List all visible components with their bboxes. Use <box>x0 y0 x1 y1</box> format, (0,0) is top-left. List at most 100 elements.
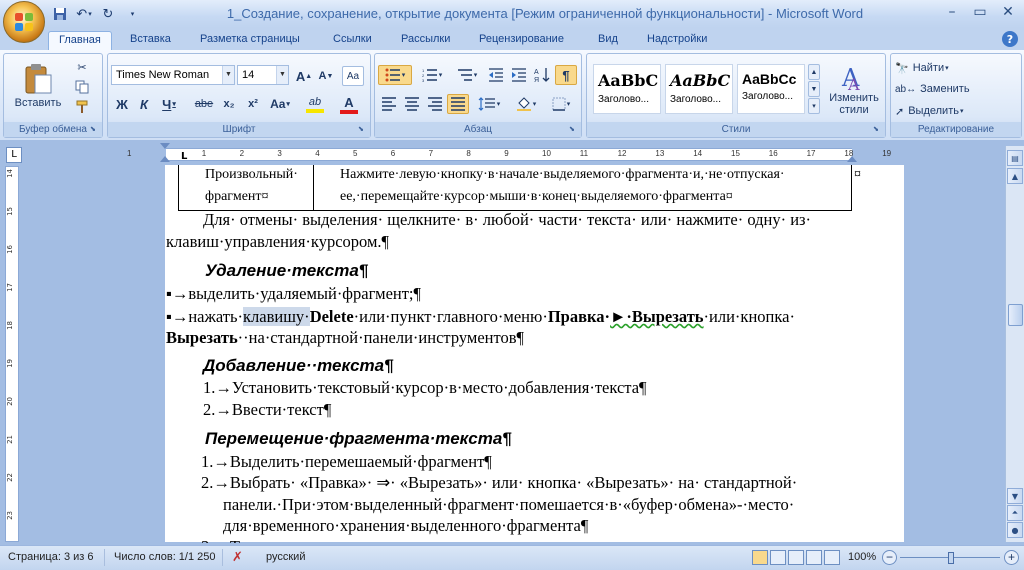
ruler-toggle-icon[interactable]: ▤ <box>1007 150 1023 166</box>
full-screen-reading-icon[interactable] <box>770 550 786 565</box>
outline-icon[interactable] <box>806 550 822 565</box>
undo-icon[interactable]: ↶ ▾ <box>74 5 94 23</box>
change-case-button[interactable]: Aa ▾ <box>266 94 294 114</box>
font-name-field[interactable]: Times New Roman ▼ <box>111 65 235 85</box>
tab-page-layout[interactable]: Разметка страницы <box>190 31 310 50</box>
scroll-up-icon[interactable]: ▲ <box>1007 168 1023 184</box>
dialog-launcher-icon[interactable]: ⬊ <box>569 125 579 135</box>
styles-more-icon[interactable]: ▾ <box>808 98 820 114</box>
close-button[interactable]: ✕ <box>994 2 1022 22</box>
increase-indent-icon[interactable] <box>508 65 530 85</box>
replace-button[interactable]: ab↔ Заменить <box>895 80 975 98</box>
select-button[interactable]: ➚ Выделить ▾ <box>895 102 979 120</box>
line-spacing-button[interactable]: ▾ <box>473 94 505 114</box>
draft-icon[interactable] <box>824 550 840 565</box>
ribbon-tabs: Главная Вставка Разметка страницы Ссылки… <box>0 28 1024 50</box>
zoom-out-icon[interactable]: − <box>882 550 897 565</box>
tab-stop-selector[interactable]: L <box>6 147 22 163</box>
superscript-button[interactable]: x² <box>242 94 264 114</box>
decrease-indent-icon[interactable] <box>485 65 507 85</box>
minimize-button[interactable]: – <box>938 2 966 22</box>
ruler-tick-label: 11 <box>579 149 589 158</box>
tab-insert[interactable]: Вставка <box>120 31 181 50</box>
sort-icon[interactable]: AЯ <box>531 65 553 85</box>
dialog-launcher-icon[interactable]: ⬊ <box>873 125 883 135</box>
hanging-indent-marker[interactable] <box>160 156 170 162</box>
tab-mailings[interactable]: Рассылки <box>391 31 460 50</box>
help-icon[interactable]: ? <box>1002 31 1018 47</box>
font-size-field[interactable]: 14 ▼ <box>237 65 289 85</box>
line-spacing-icon <box>478 97 495 111</box>
cut-icon[interactable]: ✂ <box>72 58 92 76</box>
scroll-thumb[interactable] <box>1008 304 1023 326</box>
scroll-down-icon[interactable]: ▼ <box>1007 488 1023 504</box>
italic-button[interactable]: К <box>134 94 154 114</box>
borders-button[interactable]: ▾ <box>545 94 577 114</box>
style-heading1[interactable]: AaBbC Заголово... <box>593 64 661 114</box>
web-layout-icon[interactable] <box>788 550 804 565</box>
font-color-bar <box>340 109 358 114</box>
numbering-button[interactable]: 1 2 3 ▾ <box>415 65 449 85</box>
ruler-tick-label: 12 <box>617 149 627 158</box>
paste-button[interactable]: Вставить <box>10 58 66 114</box>
multilevel-list-button[interactable]: ▾ <box>452 65 482 85</box>
find-button[interactable]: 🔭 Найти ▾ <box>895 59 975 77</box>
previous-page-icon[interactable]: ⏶ <box>1007 505 1023 521</box>
dialog-launcher-icon[interactable]: ⬊ <box>90 125 100 135</box>
clear-formatting-button[interactable]: Aa <box>342 66 364 86</box>
bullets-button[interactable]: ▾ <box>378 65 412 85</box>
vertical-scrollbar[interactable]: ▤ ▲ ▼ ⏶ ● <box>1005 146 1024 542</box>
tab-home[interactable]: Главная <box>48 31 112 50</box>
office-button[interactable] <box>3 1 45 43</box>
print-layout-icon[interactable] <box>752 550 768 565</box>
align-center-icon[interactable] <box>401 94 423 114</box>
customize-qat-icon[interactable]: ▾ <box>122 5 142 23</box>
grow-font-button[interactable]: A ▲ <box>294 66 314 86</box>
page-count[interactable]: Страница: 3 из 6 <box>8 551 94 563</box>
font-color-button[interactable]: A <box>334 94 364 114</box>
vertical-ruler[interactable]: 14 15 16 17 18 19 20 21 22 23 <box>5 166 19 542</box>
align-left-icon[interactable] <box>378 94 400 114</box>
styles-scroll-up-icon[interactable]: ▲ <box>808 64 820 80</box>
align-right-icon[interactable] <box>424 94 446 114</box>
first-line-indent-marker[interactable] <box>160 143 170 149</box>
subscript-button[interactable]: x₂ <box>218 94 240 114</box>
right-indent-marker[interactable] <box>847 156 857 162</box>
zoom-in-icon[interactable]: + <box>1004 550 1019 565</box>
strikethrough-button[interactable]: abe <box>192 94 216 114</box>
tab-references[interactable]: Ссылки <box>323 31 382 50</box>
copy-icon[interactable] <box>72 78 92 96</box>
styles-scroll-down-icon[interactable]: ▼ <box>808 81 820 97</box>
tab-stop-marker[interactable]: L <box>181 151 187 162</box>
redo-icon[interactable]: ↻ <box>98 5 118 23</box>
word-count[interactable]: Число слов: 1/1 250 <box>114 551 216 563</box>
tab-addins[interactable]: Надстройки <box>637 31 717 50</box>
svg-text:A: A <box>534 69 539 76</box>
show-formatting-marks-icon[interactable]: ¶ <box>555 65 577 85</box>
shading-button[interactable]: ▾ <box>511 94 541 114</box>
zoom-slider-thumb[interactable] <box>948 552 954 564</box>
browse-object-icon[interactable]: ● <box>1007 522 1023 538</box>
shrink-font-label: A <box>318 70 327 82</box>
underline-button[interactable]: Ч ▾ <box>156 94 182 114</box>
bold-button[interactable]: Ж <box>112 94 132 114</box>
style-heading3[interactable]: AaBbCc Заголово... <box>737 64 805 114</box>
highlight-button[interactable]: ab <box>300 94 330 114</box>
maximize-button[interactable]: ▭ <box>966 2 994 22</box>
document-page[interactable]: Произвольный· фрагмент¤ Нажмите·левую·кн… <box>165 165 904 543</box>
save-icon[interactable] <box>50 5 70 23</box>
ruler-tick-label: 2 <box>239 149 245 158</box>
tab-review[interactable]: Рецензирование <box>469 31 574 50</box>
chevron-down-icon[interactable]: ▼ <box>276 66 288 84</box>
dialog-launcher-icon[interactable]: ⬊ <box>358 125 368 135</box>
language[interactable]: русский <box>266 551 305 563</box>
change-styles-button[interactable]: AA Изменить стили <box>825 58 883 120</box>
format-painter-icon[interactable] <box>72 98 92 116</box>
proofing-error-icon[interactable]: ✗ <box>232 549 243 565</box>
style-heading2[interactable]: AaBbC Заголово... <box>665 64 733 114</box>
zoom-level[interactable]: 100% <box>848 551 876 563</box>
tab-view[interactable]: Вид <box>588 31 628 50</box>
justify-icon[interactable] <box>447 94 469 114</box>
chevron-down-icon[interactable]: ▼ <box>222 66 234 84</box>
shrink-font-button[interactable]: A ▼ <box>316 66 336 86</box>
